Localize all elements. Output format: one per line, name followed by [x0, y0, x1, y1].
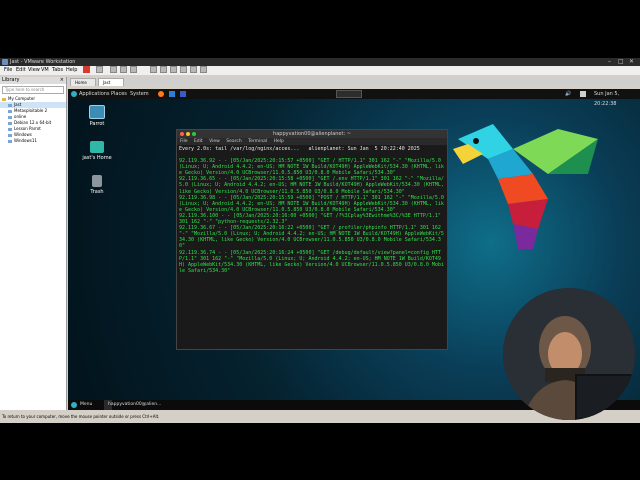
library-panel: Library × Type here to search My Compute…: [0, 77, 67, 410]
full-screen-icon[interactable]: [170, 66, 177, 73]
terminal-menu-edit[interactable]: Edit: [194, 139, 203, 144]
window-title: Jast - VMware Workstation: [10, 59, 76, 65]
desktop-icon-trash[interactable]: Trash: [77, 175, 117, 195]
menu-file[interactable]: File: [4, 66, 12, 75]
vm-icon: [8, 103, 12, 107]
vm-icon: [8, 133, 12, 137]
workspace-switcher[interactable]: [336, 90, 362, 98]
terminal-close-icon[interactable]: [180, 132, 184, 136]
firefox-icon[interactable]: [158, 91, 164, 97]
vm-icon: [8, 139, 12, 143]
terminal-menu-help[interactable]: Help: [274, 139, 284, 144]
vmware-titlebar: Jast - VMware Workstation – □ ✕: [0, 58, 640, 66]
library-header: Library ×: [0, 77, 66, 84]
library-title: Library: [2, 77, 20, 83]
revert-snapshot-icon[interactable]: [120, 66, 127, 73]
taskbar-terminal-task[interactable]: happyvation00@alien...: [104, 400, 161, 410]
terminal-menu-view[interactable]: View: [209, 139, 220, 144]
terminal-maximize-icon[interactable]: [192, 132, 196, 136]
status-hint: To return to your computer, move the mou…: [2, 414, 160, 419]
vmware-menubar: File Edit View VM Tabs Help: [0, 66, 640, 75]
panel-applications[interactable]: Applications: [79, 89, 110, 99]
terminal-window[interactable]: happyvation00@alienplanet: ~ File Edit V…: [176, 129, 448, 350]
desktop-icon-parrot[interactable]: Parrot: [77, 105, 117, 127]
log-line: 92.119.36.98 - - [05/Jan/2025:20:15:59 +…: [179, 194, 447, 213]
panel-system[interactable]: System: [130, 89, 149, 99]
terminal-menu-terminal[interactable]: Terminal: [248, 139, 267, 144]
close-button[interactable]: ✕: [629, 58, 634, 66]
log-line: 92.119.36.65 - - [05/Jan/2025:20:15:58 +…: [179, 176, 447, 195]
vscode-icon[interactable]: [169, 91, 175, 97]
terminal-title: happyvation00@alienplanet: ~: [273, 131, 351, 137]
menu-edit[interactable]: Edit: [16, 66, 26, 75]
terminal-minimize-icon[interactable]: [186, 132, 190, 136]
log-line: 92.119.36.67 - - [05/Jan/2025:20:16:22 +…: [179, 225, 444, 250]
webcam-overlay: [503, 288, 635, 420]
desktop-icon-home[interactable]: jast's Home: [77, 141, 117, 161]
vm-icon: [8, 121, 12, 125]
vm-icon: [8, 115, 12, 119]
panel-places[interactable]: Places: [111, 89, 127, 99]
menu-start-icon[interactable]: [71, 402, 77, 408]
vm-icon: [8, 109, 12, 113]
stretch-guest-icon[interactable]: [200, 66, 207, 73]
letterbox-bottom: [0, 423, 640, 480]
parrot-logo-wallpaper: [453, 124, 598, 249]
volume-icon[interactable]: 🔊: [565, 89, 571, 99]
maximize-button[interactable]: □: [618, 58, 624, 66]
terminal-menubar: File Edit View Search Terminal Help: [177, 138, 447, 145]
library-search-input[interactable]: Type here to search: [2, 86, 64, 94]
presenter-video-frame: [503, 288, 635, 420]
snapshot-icon[interactable]: [110, 66, 117, 73]
terminal-menu-file[interactable]: File: [180, 139, 188, 144]
console-view-icon[interactable]: [190, 66, 197, 73]
menu-vm[interactable]: VM: [41, 66, 49, 75]
thumbnail-bar-icon[interactable]: [160, 66, 167, 73]
library-close-icon[interactable]: ×: [60, 77, 64, 84]
network-icon[interactable]: [580, 91, 586, 97]
suspend-icon[interactable]: [83, 66, 90, 73]
monitor-icon: [89, 105, 105, 119]
parrot-menu-icon[interactable]: [71, 91, 77, 97]
vmware-logo-icon: [2, 59, 8, 65]
taskbar-menu[interactable]: Menu: [80, 400, 92, 410]
library-item-windows11[interactable]: Windows11: [0, 138, 66, 144]
terminal-titlebar: happyvation00@alienplanet: ~: [177, 130, 447, 138]
terminal-output[interactable]: Every 2.0s: tail /var/log/nginx/acces...…: [177, 145, 447, 347]
vm-icon: [8, 127, 12, 131]
show-library-icon[interactable]: [150, 66, 157, 73]
log-line: 92.119.36.74 - - [05/Jan/2025:20:16:24 +…: [179, 249, 444, 274]
guest-top-panel: Applications Places System 🔊 Sun Jan 5, …: [68, 89, 640, 107]
unity-icon[interactable]: [180, 66, 187, 73]
home-folder-icon: [90, 141, 104, 153]
menu-tabs[interactable]: Tabs: [52, 66, 63, 75]
trash-icon: [92, 175, 102, 187]
computer-icon: [2, 97, 6, 101]
vm-tabs: Home Jast: [68, 78, 640, 86]
panel-datetime: Sun Jan 5, 20:22:38: [594, 91, 620, 107]
terminal-menu-search[interactable]: Search: [226, 139, 241, 144]
menu-help[interactable]: Help: [66, 66, 77, 75]
minimize-button[interactable]: –: [608, 58, 611, 66]
burp-icon[interactable]: [180, 91, 186, 97]
snapshot-manager-icon[interactable]: [130, 66, 137, 73]
watch-header: Every 2.0s: tail /var/log/nginx/acces...…: [179, 146, 420, 152]
log-line: 92.119.36.92 - - [05/Jan/2025:20:15:57 +…: [179, 158, 444, 177]
send-ctrl-alt-del-icon[interactable]: [96, 66, 103, 73]
menu-view[interactable]: View: [28, 66, 40, 75]
log-line: 92.119.36.100 - - [05/Jan/2025:20:16:00 …: [179, 212, 444, 226]
tab-jast[interactable]: Jast: [98, 78, 124, 86]
letterbox-top: [0, 0, 640, 58]
tab-home[interactable]: Home: [70, 78, 96, 86]
